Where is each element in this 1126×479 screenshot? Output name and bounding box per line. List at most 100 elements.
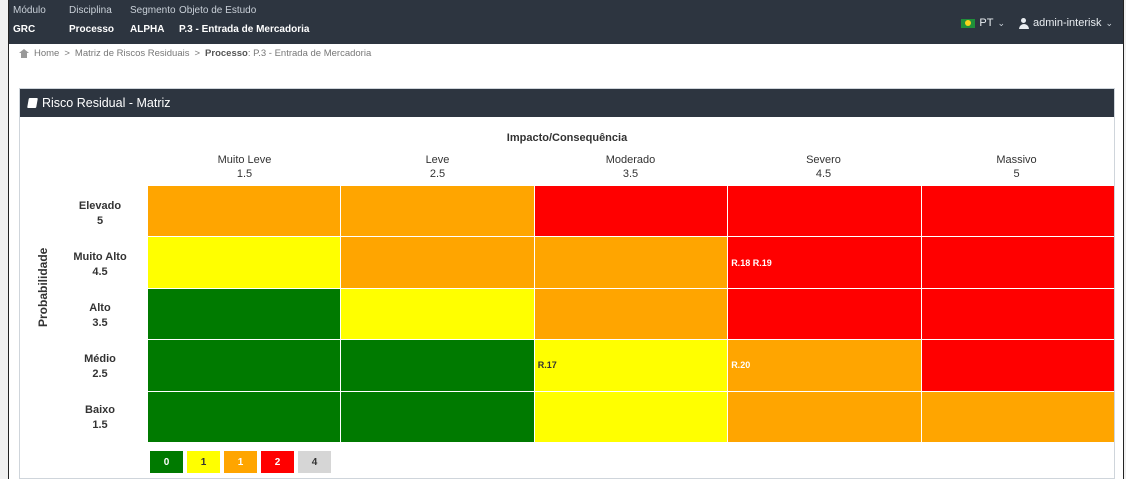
matrix-cell[interactable] — [728, 391, 921, 442]
language-dropdown[interactable]: PT ⌄ — [961, 17, 1005, 29]
risk-level-legend: 01124 — [150, 451, 331, 473]
matrix-cell[interactable] — [921, 237, 1114, 288]
column-header-muito-leve: Muito Leve 1.5 — [148, 153, 341, 181]
matrix-cell[interactable] — [921, 391, 1114, 442]
column-value: 5 — [1013, 168, 1020, 180]
legend-item[interactable]: 2 — [261, 451, 294, 473]
column-name: Severo — [806, 154, 841, 166]
user-name: admin-interisk — [1032, 17, 1102, 29]
matrix-cell[interactable] — [341, 186, 534, 237]
column-name: Muito Leve — [217, 154, 272, 166]
matrix-cell[interactable] — [148, 391, 341, 442]
user-icon — [1018, 17, 1029, 29]
row-name: Elevado — [78, 200, 122, 212]
row-header-elevado: Elevado 5 — [60, 199, 140, 229]
risk-ids: R.18 R.19 — [731, 257, 772, 268]
matrix-cell[interactable] — [148, 237, 341, 288]
matrix-cell[interactable]: R.17 — [534, 340, 728, 391]
column-name: Moderado — [605, 154, 656, 166]
breadcrumb-matrix[interactable]: Matriz de Riscos Residuais — [75, 48, 190, 59]
context-label: Segmento — [130, 5, 176, 16]
matrix-cell[interactable] — [921, 288, 1114, 340]
context-value: P.3 - Entrada de Mercadoria — [179, 24, 310, 35]
matrix-cell[interactable] — [728, 288, 921, 340]
matrix-cell[interactable] — [534, 186, 728, 237]
risk-ids: R.17 — [537, 360, 557, 371]
context-label: Módulo — [13, 5, 46, 16]
context-modulo[interactable]: Módulo GRC — [13, 4, 46, 38]
home-icon[interactable] — [19, 49, 29, 58]
risk-matrix-grid: R.18 R.19 R.17 R.20 — [148, 186, 1114, 442]
matrix-cell[interactable] — [534, 391, 728, 442]
column-header-severo: Severo 4.5 — [727, 153, 920, 181]
row-header-alto: Alto 3.5 — [60, 301, 140, 331]
breadcrumb-separator: > — [194, 48, 201, 59]
context-value: ALPHA — [130, 24, 165, 35]
row-value: 5 — [96, 215, 104, 227]
matrix-cell[interactable] — [148, 340, 341, 391]
matrix-cell[interactable] — [534, 288, 728, 340]
column-name: Massivo — [996, 154, 1037, 166]
row-name: Muito Alto — [73, 251, 127, 263]
page-frame: Módulo GRC Disciplina Processo Segmento … — [8, 0, 1124, 479]
chevron-down-icon: ⌄ — [997, 17, 1005, 28]
column-header-massivo: Massivo 5 — [920, 153, 1113, 181]
context-label: Disciplina — [69, 5, 112, 16]
column-value: 4.5 — [815, 168, 832, 180]
row-name: Alto — [89, 302, 111, 314]
matrix-cell[interactable] — [534, 237, 728, 288]
column-name: Leve — [425, 154, 450, 166]
top-navbar: Módulo GRC Disciplina Processo Segmento … — [9, 0, 1123, 44]
row-value: 2.5 — [92, 368, 108, 380]
context-value: Processo — [69, 24, 115, 35]
context-label: Objeto de Estudo — [179, 5, 257, 16]
breadcrumb-process-value: : P.3 - Entrada de Mercadoria — [247, 48, 372, 59]
matrix-cell[interactable] — [341, 340, 534, 391]
impact-axis-title: Impacto/Consequência — [506, 132, 628, 144]
matrix-cell[interactable]: R.18 R.19 — [728, 237, 921, 288]
context-objeto[interactable]: Objeto de Estudo P.3 - Entrada de Mercad… — [179, 4, 309, 38]
matrix-cell[interactable]: R.20 — [728, 340, 921, 391]
row-header-muito-alto: Muito Alto 4.5 — [60, 250, 140, 280]
column-value: 3.5 — [622, 168, 639, 180]
row-name: Médio — [84, 353, 116, 365]
book-icon — [27, 98, 38, 108]
breadcrumb-separator: > — [64, 48, 70, 59]
row-value: 3.5 — [92, 317, 108, 329]
legend-item[interactable]: 1 — [224, 451, 257, 473]
risk-matrix-panel: Risco Residual - Matriz Impacto/Consequê… — [19, 88, 1115, 479]
row-header-medio: Médio 2.5 — [60, 352, 140, 382]
breadcrumb-process-label: Processo — [205, 48, 248, 59]
chevron-down-icon: ⌄ — [1105, 17, 1113, 28]
column-value: 2.5 — [429, 168, 446, 180]
right-nav: PT ⌄ admin-interisk ⌄ — [961, 17, 1113, 29]
legend-item[interactable]: 0 — [150, 451, 183, 473]
matrix-cell[interactable] — [341, 237, 534, 288]
breadcrumb-home[interactable]: Home — [34, 48, 59, 59]
row-value: 1.5 — [92, 419, 108, 431]
panel-header: Risco Residual - Matriz — [20, 89, 1114, 117]
breadcrumb: Home > Matriz de Riscos Residuais > Proc… — [19, 48, 371, 59]
context-segmento[interactable]: Segmento ALPHA — [130, 4, 176, 38]
context-value: GRC — [13, 24, 36, 35]
matrix-cell[interactable] — [148, 186, 341, 237]
context-disciplina[interactable]: Disciplina Processo — [69, 4, 114, 38]
brazil-flag-icon — [961, 18, 976, 28]
column-header-leve: Leve 2.5 — [341, 153, 534, 181]
risk-ids: R.20 — [731, 360, 751, 371]
user-dropdown[interactable]: admin-interisk ⌄ — [1018, 17, 1113, 29]
matrix-cell[interactable] — [921, 186, 1114, 237]
column-header-moderado: Moderado 3.5 — [534, 153, 727, 181]
legend-item[interactable]: 1 — [187, 451, 220, 473]
row-name: Baixo — [85, 404, 115, 416]
language-label: PT — [979, 17, 994, 29]
legend-item[interactable]: 4 — [298, 451, 331, 473]
row-header-baixo: Baixo 1.5 — [60, 403, 140, 433]
row-value: 4.5 — [92, 266, 108, 278]
matrix-cell[interactable] — [148, 288, 341, 340]
panel-title: Risco Residual - Matriz — [42, 96, 171, 110]
matrix-cell[interactable] — [728, 186, 921, 237]
matrix-cell[interactable] — [921, 340, 1114, 391]
matrix-cell[interactable] — [341, 391, 534, 442]
matrix-cell[interactable] — [341, 288, 534, 340]
